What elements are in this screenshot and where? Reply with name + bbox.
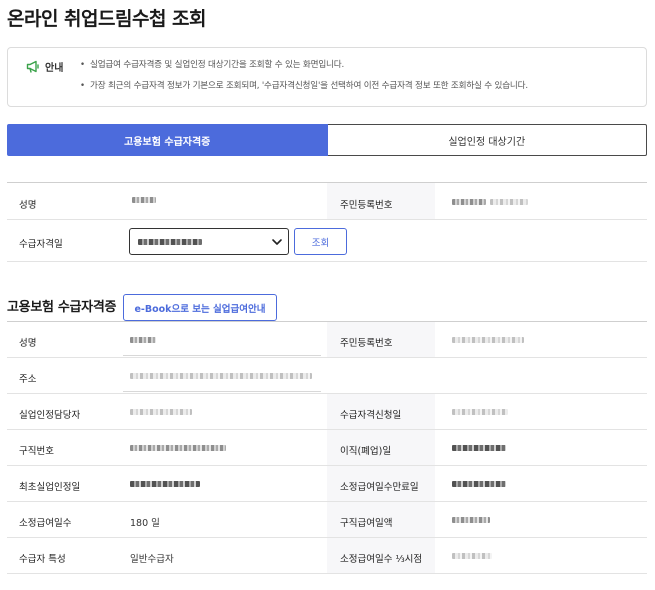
- row-label: 실업인정담당자: [19, 410, 81, 421]
- row-label: 소정급여일수만료일: [340, 482, 419, 493]
- row-label: 소정급여일수: [19, 518, 72, 529]
- name-label: 성명: [19, 200, 37, 211]
- notice-label-text: 안내: [45, 63, 64, 74]
- name-value: [132, 195, 156, 206]
- table-row: 성명 주민등록번호: [7, 322, 647, 358]
- row-value: [130, 371, 312, 382]
- tab-bar: 고용보험 수급자격증 실업인정 대상기간: [7, 124, 647, 156]
- rrn-label: 주민등록번호: [340, 200, 393, 211]
- table-row: 수급자 특성 일반수급자 소정급여일수 ⅓시점: [7, 538, 647, 574]
- row-label: 최초실업인정일: [19, 482, 81, 493]
- rrn-value: [452, 197, 528, 208]
- row-value: [452, 515, 490, 526]
- row-label: 수급자 특성: [19, 554, 66, 565]
- table-row: 실업인정담당자 수급자격신청일: [7, 394, 647, 430]
- page: 온라인 취업드림수첩 조회 안내 실업급여 수급자격증 및 실업인정 대상기간을…: [0, 0, 655, 590]
- row-label: 주민등록번호: [340, 338, 393, 349]
- section-title: 고용보험 수급자격증: [7, 300, 117, 315]
- megaphone-icon: [26, 60, 39, 73]
- table-row: 소정급여일수 180 일 구직급여일액: [7, 502, 647, 538]
- row-label: 구직번호: [19, 446, 54, 457]
- notice-item: 실업급여 수급자격증 및 실업인정 대상기간을 조회할 수 있는 화면입니다.: [80, 59, 528, 71]
- row-value: [130, 479, 200, 490]
- search-row-name: 성명 주민등록번호: [7, 183, 647, 220]
- table-row: 최초실업인정일 소정급여일수만료일: [7, 466, 647, 502]
- row-value: [452, 479, 506, 490]
- row-value: [452, 335, 524, 346]
- notice-item: 가장 최근의 수급자격 정보가 기본으로 조회되며, '수급자격신청일'을 선택…: [80, 80, 528, 92]
- ebook-guide-button[interactable]: e-Book으로 보는 실업급여안내: [123, 294, 277, 321]
- search-button[interactable]: 조회: [294, 228, 347, 255]
- notice-label: 안내: [26, 59, 63, 74]
- tab-recognition-period[interactable]: 실업인정 대상기간: [327, 124, 647, 156]
- row-value: 180 일: [130, 518, 160, 529]
- row-label: 구직급여일액: [340, 518, 393, 529]
- tab-insurance-certificate[interactable]: 고용보험 수급자격증: [7, 124, 328, 156]
- row-value: [130, 335, 156, 346]
- row-label: 성명: [19, 338, 37, 349]
- row-value: [452, 443, 506, 454]
- row-label: 소정급여일수 ⅓시점: [340, 554, 423, 565]
- notice-list: 실업급여 수급자격증 및 실업인정 대상기간을 조회할 수 있는 화면입니다. …: [80, 59, 528, 101]
- chevron-down-icon: [272, 239, 282, 245]
- row-value: [452, 551, 492, 562]
- table-row: 구직번호 이직(폐업)일: [7, 430, 647, 466]
- table-row: 주소: [7, 358, 647, 394]
- row-value: [452, 407, 508, 418]
- row-value: 일반수급자: [130, 554, 174, 565]
- application-date-select[interactable]: [129, 228, 289, 255]
- date-label: 수급자격일: [19, 239, 63, 250]
- row-label: 주소: [19, 374, 37, 385]
- search-table: 성명 주민등록번호 수급자격일 조회: [7, 182, 647, 262]
- page-title: 온라인 취업드림수첩 조회: [7, 8, 207, 30]
- notice-box: 안내 실업급여 수급자격증 및 실업인정 대상기간을 조회할 수 있는 화면입니…: [7, 47, 647, 107]
- row-label: 이직(폐업)일: [340, 446, 392, 457]
- row-value: [130, 443, 226, 454]
- certificate-table: 성명 주민등록번호 주소 실업인정담당자 수급자격신청일 구직번호 이직(폐업)…: [7, 321, 647, 574]
- row-value: [130, 407, 192, 418]
- row-label: 수급자격신청일: [340, 410, 402, 421]
